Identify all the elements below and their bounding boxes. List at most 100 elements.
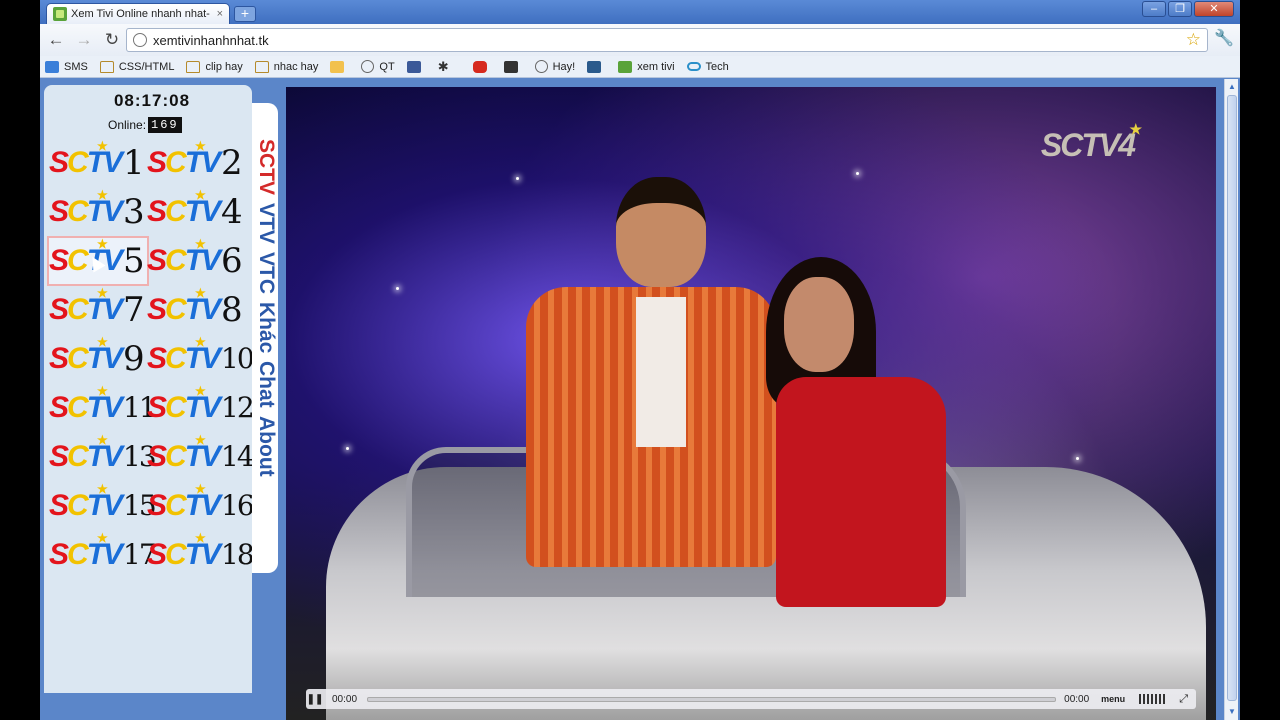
channel-sctv-18[interactable]: SCTV ★ 18 bbox=[147, 532, 255, 578]
bookmark-hay[interactable]: Hay! bbox=[534, 60, 576, 73]
reload-button[interactable]: ↻ bbox=[100, 28, 124, 52]
forward-button[interactable]: → bbox=[72, 28, 96, 52]
bookmark-qt[interactable]: QT bbox=[361, 60, 395, 73]
sparkle bbox=[856, 172, 859, 175]
logo-star-icon: ★ bbox=[195, 237, 206, 251]
category-tabs: SCTV VTV VTC Khác Chat About bbox=[252, 103, 278, 573]
logo-s: S bbox=[147, 489, 167, 522]
tab-close-icon[interactable]: × bbox=[217, 8, 223, 20]
channel-sctv-10[interactable]: SCTV ★ 10 bbox=[147, 336, 255, 382]
channel-sctv-15[interactable]: SCTV ★ 15 bbox=[49, 483, 157, 529]
channel-sctv-12[interactable]: SCTV ★ 12 bbox=[147, 385, 255, 431]
bookmark-sms[interactable]: SMS bbox=[45, 60, 88, 73]
channel-number: 9 bbox=[123, 339, 145, 379]
bookmark-label: QT bbox=[379, 60, 395, 73]
minimize-button[interactable]: – bbox=[1142, 1, 1166, 17]
bookmark-youtube[interactable] bbox=[472, 60, 492, 73]
channel-sctv-13[interactable]: SCTV ★ 13 bbox=[49, 434, 157, 480]
volume-icon[interactable] bbox=[1139, 694, 1168, 704]
logo-s: S bbox=[49, 538, 69, 571]
channel-sctv-17[interactable]: SCTV ★ 17 bbox=[49, 532, 157, 578]
menu-button[interactable]: menu bbox=[1101, 694, 1125, 704]
tab-about[interactable]: About bbox=[255, 416, 278, 477]
scroll-up-icon[interactable]: ▲ bbox=[1227, 82, 1237, 92]
page-content: 08:17:08 Online: 169 SCTV ★ 1 SCTV ★ 2 SCTV ★ 3 S… bbox=[40, 79, 1240, 720]
tab-khác[interactable]: Khác bbox=[255, 302, 278, 353]
logo-c: C bbox=[165, 440, 187, 473]
v-icon bbox=[587, 60, 602, 73]
channel-sctv-11[interactable]: SCTV ★ 11 bbox=[49, 385, 157, 431]
channel-sctv-6[interactable]: SCTV ★ 6 bbox=[147, 238, 245, 284]
logo-s: S bbox=[147, 293, 167, 326]
sctv-logo: SCTV ★ bbox=[49, 532, 123, 571]
bookmark-label: Tech bbox=[705, 60, 729, 73]
tab-chat[interactable]: Chat bbox=[255, 361, 278, 408]
bookmark-facebook[interactable] bbox=[406, 60, 426, 73]
browser-tab[interactable]: Xem Tivi Online nhanh nhat- h × bbox=[46, 3, 230, 24]
back-button[interactable]: ← bbox=[44, 28, 68, 52]
bookmark-mail[interactable] bbox=[330, 60, 349, 73]
pause-button[interactable]: ❚❚ bbox=[306, 694, 324, 705]
channel-sctv-16[interactable]: SCTV ★ 16 bbox=[147, 483, 255, 529]
video-player[interactable]: SCTV4 ★ ❚❚ 00:00 00:00 menu ⤢ bbox=[286, 87, 1216, 720]
tab-vtv[interactable]: VTV bbox=[255, 203, 278, 244]
bookmark-css-html[interactable]: CSS/HTML bbox=[99, 60, 174, 73]
page-scrollbar[interactable]: ▲ ▼ bbox=[1224, 79, 1238, 720]
channel-sctv-1[interactable]: SCTV ★ 1 bbox=[49, 140, 147, 186]
head-shape bbox=[616, 177, 706, 287]
channel-sctv-5[interactable]: SCTV ★ 5 bbox=[47, 236, 149, 286]
channel-sctv-2[interactable]: SCTV ★ 2 bbox=[147, 140, 245, 186]
channel-number: 1 bbox=[123, 143, 145, 183]
bookmark-asterisk[interactable]: ✱ bbox=[438, 59, 461, 75]
channel-number: 14 bbox=[221, 440, 255, 473]
fullscreen-button[interactable]: ⤢ bbox=[1179, 693, 1188, 706]
folder-icon bbox=[186, 60, 201, 73]
maximize-button[interactable]: ❐ bbox=[1168, 1, 1192, 17]
site-favicon-icon bbox=[53, 7, 67, 21]
sctv-logo: SCTV ★ bbox=[49, 385, 123, 423]
channel-sctv-3[interactable]: SCTV ★ 3 bbox=[49, 189, 147, 235]
new-tab-button[interactable]: + bbox=[234, 6, 256, 22]
channel-sctv-8[interactable]: SCTV ★ 8 bbox=[147, 287, 245, 333]
logo-star-icon: ★ bbox=[97, 237, 108, 251]
channel-watermark: SCTV4 ★ bbox=[1041, 121, 1142, 164]
category-tab-list: SCTV VTV VTC Khác Chat About bbox=[254, 139, 278, 485]
tab-vtc[interactable]: VTC bbox=[255, 252, 278, 294]
bookmark-v[interactable] bbox=[587, 60, 606, 73]
channel-sctv-7[interactable]: SCTV ★ 7 bbox=[49, 287, 147, 333]
bookmark-xem-tivi[interactable]: xem tivi bbox=[618, 60, 675, 73]
channel-number: 10 bbox=[221, 342, 255, 375]
channel-sctv-14[interactable]: SCTV ★ 14 bbox=[147, 434, 255, 480]
channel-sctv-9[interactable]: SCTV ★ 9 bbox=[49, 336, 147, 382]
sctv-logo: SCTV ★ bbox=[49, 189, 123, 227]
bookmark-clip-hay[interactable]: clip hay bbox=[186, 60, 243, 73]
page-globe-icon bbox=[133, 33, 147, 47]
logo-star-icon: ★ bbox=[195, 188, 206, 202]
bookmark-tech[interactable]: Tech bbox=[686, 60, 729, 73]
sctv-logo: SCTV ★ bbox=[147, 189, 221, 227]
bookmark-label: Hay! bbox=[552, 60, 576, 73]
sms-icon bbox=[45, 60, 59, 73]
seek-bar[interactable] bbox=[367, 696, 1057, 702]
logo-c: C bbox=[165, 489, 187, 522]
browser-window: Xem Tivi Online nhanh nhat- h × + – ❐ ✕ … bbox=[40, 0, 1240, 720]
logo-s: S bbox=[147, 440, 167, 473]
scroll-down-icon[interactable]: ▼ bbox=[1227, 707, 1237, 717]
bookmark-star-icon[interactable]: ☆ bbox=[1186, 30, 1201, 50]
wrench-icon[interactable]: 🔧 bbox=[1214, 28, 1234, 48]
facebook-icon bbox=[406, 60, 421, 73]
close-window-button[interactable]: ✕ bbox=[1194, 1, 1234, 17]
bookmark-film[interactable] bbox=[503, 60, 523, 73]
address-bar[interactable]: xemtivinhanhnhat.tk ☆ bbox=[126, 28, 1208, 52]
dress-shape bbox=[776, 377, 946, 607]
channel-sctv-4[interactable]: SCTV ★ 4 bbox=[147, 189, 245, 235]
head-shape bbox=[784, 277, 854, 372]
scroll-thumb[interactable] bbox=[1227, 95, 1237, 701]
tee-shape bbox=[636, 297, 686, 447]
sctv-logo: SCTV ★ bbox=[49, 140, 123, 178]
bookmark-nhac-hay[interactable]: nhac hay bbox=[254, 60, 318, 73]
channel-number: 7 bbox=[123, 290, 145, 330]
sctv-logo: SCTV ★ bbox=[147, 434, 221, 473]
browser-toolbar: ← → ↻ xemtivinhanhnhat.tk ☆ bbox=[40, 24, 1240, 56]
tab-sctv[interactable]: SCTV bbox=[255, 139, 278, 195]
